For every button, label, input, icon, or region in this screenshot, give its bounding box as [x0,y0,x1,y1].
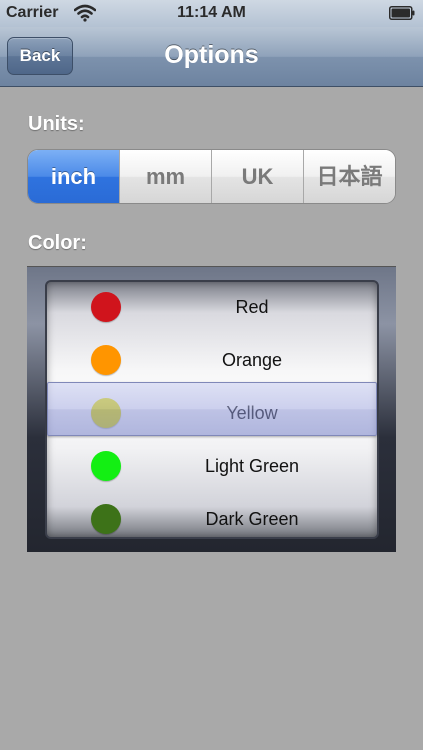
units-segment-mm[interactable]: mm [119,150,211,203]
picker-row-label: Dark Green [205,509,299,529]
units-segment-inch[interactable]: inch [28,150,119,203]
units-label: Units: [28,113,85,135]
navigation-bar: Options Back [0,27,423,87]
picker-row-orange[interactable]: Orange [47,335,377,388]
picker-row-label: Orange [221,350,283,370]
red-swatch-icon [91,292,121,322]
color-picker[interactable]: Red Orange Yellow Light Green Dark Green [27,267,396,552]
picker-row-label: Light Green [204,456,300,476]
picker-row-label: Yellow [226,403,278,423]
picker-row-red[interactable]: Red [47,282,377,335]
color-picker-wheel[interactable]: Red Orange Yellow Light Green Dark Green [45,280,379,539]
picker-row-yellow[interactable]: Yellow [47,388,377,441]
light-green-swatch-icon [91,451,121,481]
color-label: Color: [28,232,87,254]
battery-icon [389,6,415,20]
picker-row-dark-green[interactable]: Dark Green [47,494,377,537]
picker-row-label: Red [235,297,269,317]
units-segment-uk[interactable]: UK [211,150,303,203]
units-segment-japanese[interactable]: 日本語 [303,150,395,203]
clock: 11:14 AM [177,4,246,21]
status-bar: Carrier 11:14 AM [0,0,423,27]
picker-row-light-green[interactable]: Light Green [47,441,377,494]
dark-green-swatch-icon [91,504,121,534]
yellow-swatch-icon [91,398,121,428]
back-button[interactable]: Back [7,37,73,75]
units-segmented-control: inch mm UK 日本語 [27,149,396,204]
orange-swatch-icon [91,345,121,375]
